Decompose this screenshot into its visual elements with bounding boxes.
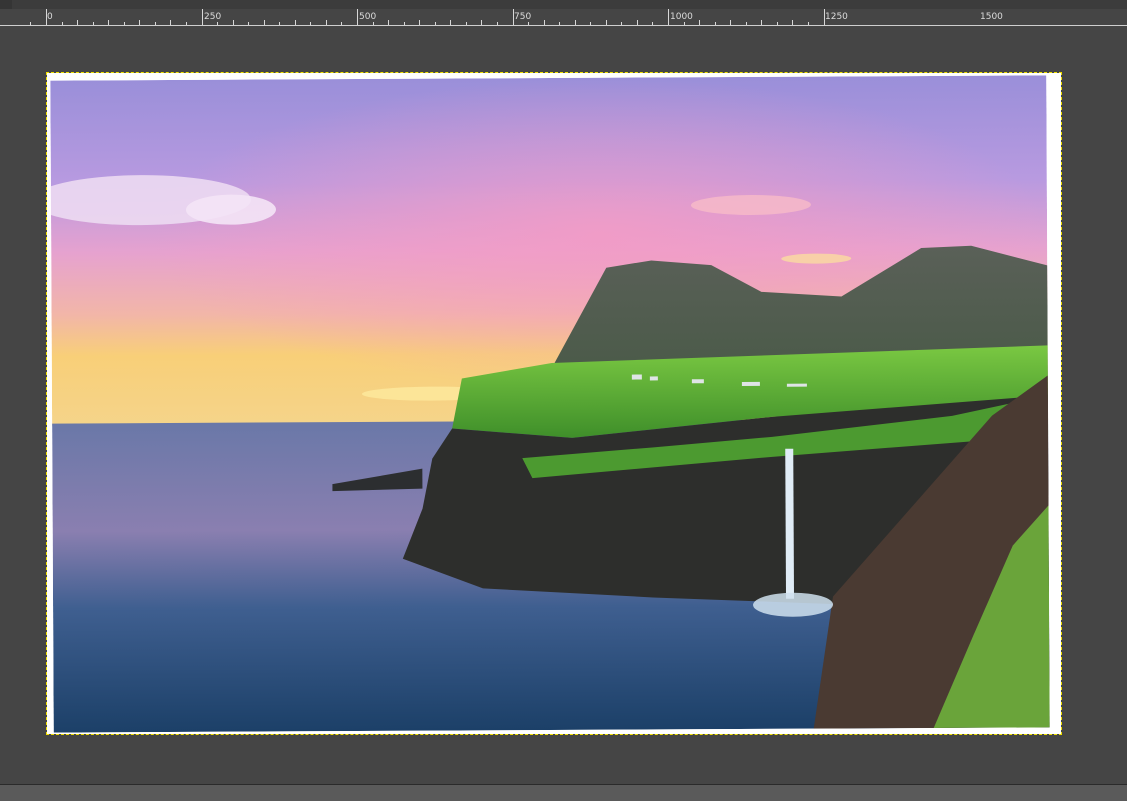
ruler-tick [357, 9, 358, 25]
ruler-tick [217, 22, 218, 25]
ruler-tick [435, 22, 436, 25]
ruler-tick [606, 20, 607, 25]
ruler-tick [233, 20, 234, 25]
ruler-tick [761, 20, 762, 25]
ruler-tick [637, 20, 638, 25]
ruler-tick [202, 9, 203, 25]
ruler-tick [746, 22, 747, 25]
status-bar [0, 784, 1127, 801]
ruler-label: 500 [359, 12, 377, 22]
ruler-tick [388, 20, 389, 25]
ruler-tick [62, 22, 63, 25]
landscape-photo [50, 75, 1050, 733]
ruler-tick [77, 20, 78, 25]
ruler-tick [124, 22, 125, 25]
ruler-tick [450, 20, 451, 25]
ruler-label: 1000 [670, 12, 693, 22]
ruler-tick [279, 22, 280, 25]
ruler-tick [139, 20, 140, 25]
ruler-tick [170, 20, 171, 25]
ruler-tick [808, 22, 809, 25]
ruler-tick [248, 22, 249, 25]
ruler-tick [108, 20, 109, 25]
ruler-tick [684, 22, 685, 25]
ruler-tick [404, 22, 405, 25]
ruler-corner[interactable] [0, 0, 12, 9]
ruler-label: 250 [204, 12, 222, 22]
ruler-tick [341, 22, 342, 25]
ruler-tick [497, 22, 498, 25]
ruler-tick [652, 22, 653, 25]
ruler-tick [715, 22, 716, 25]
ruler-label: 750 [514, 12, 532, 22]
ruler-tick [419, 20, 420, 25]
ruler-tick [466, 22, 467, 25]
ruler-tick [264, 20, 265, 25]
ruler-tick [528, 22, 529, 25]
ruler-tick [186, 22, 187, 25]
ruler-tick [730, 20, 731, 25]
ruler-label: 1250 [825, 12, 848, 22]
ruler-tick [668, 9, 669, 25]
ruler-tick [575, 20, 576, 25]
ruler-tick [93, 22, 94, 25]
ruler-tick [621, 22, 622, 25]
ruler-tick [481, 20, 482, 25]
top-toolbar-strip [0, 0, 1127, 9]
ruler-tick [777, 22, 778, 25]
ruler-tick [559, 22, 560, 25]
ruler-label: 1500 [980, 12, 1003, 22]
ruler-label: 0 [47, 12, 53, 22]
ruler-tick [310, 22, 311, 25]
ruler-tick [326, 20, 327, 25]
ruler-tick [699, 20, 700, 25]
ruler-tick [824, 9, 825, 25]
ruler-tick [46, 9, 47, 25]
ruler-tick [155, 22, 156, 25]
ruler-tick [544, 20, 545, 25]
ruler-tick [792, 20, 793, 25]
ruler-tick [30, 22, 31, 25]
ruler-tick [513, 9, 514, 25]
ruler-tick [590, 22, 591, 25]
ruler-tick [373, 22, 374, 25]
horizontal-ruler[interactable]: 0 250 500 750 1000 1250 1500 [0, 9, 1127, 26]
ruler-tick [295, 20, 296, 25]
